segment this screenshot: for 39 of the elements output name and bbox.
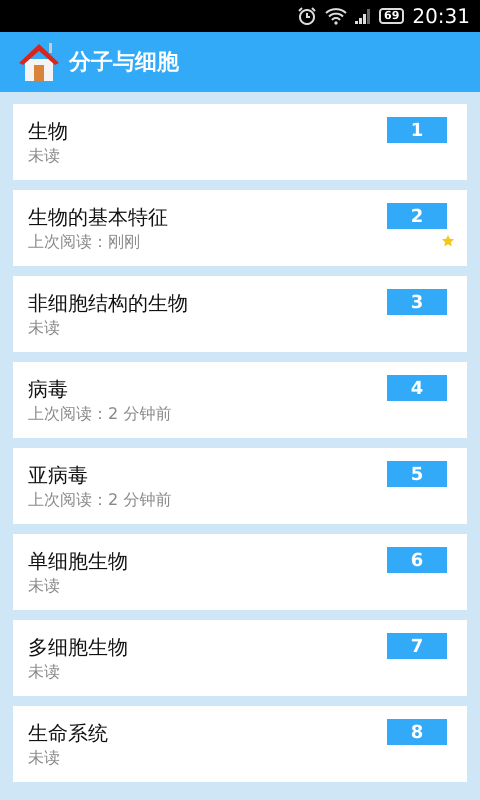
alarm-icon: [297, 6, 318, 26]
item-title: 生物的基本特征: [28, 204, 168, 230]
list-item[interactable]: 生命系统 未读 8: [13, 706, 467, 782]
item-number: 6: [387, 547, 447, 573]
item-status: 未读: [28, 575, 61, 597]
clock: 20:31: [412, 3, 470, 30]
item-title: 非细胞结构的生物: [28, 290, 188, 316]
house-icon[interactable]: [17, 41, 61, 83]
item-title: 生命系统: [28, 720, 108, 746]
list-item[interactable]: 生物的基本特征 上次阅读：刚刚 2: [13, 190, 467, 266]
item-number: 4: [387, 375, 447, 401]
item-title: 生物: [28, 118, 68, 144]
item-status: 上次阅读：2 分钟前: [28, 403, 172, 425]
battery-level: 69: [379, 8, 404, 24]
item-title: 多细胞生物: [28, 634, 128, 660]
page-title: 分子与细胞: [69, 48, 179, 76]
list-item[interactable]: 多细胞生物 未读 7: [13, 620, 467, 696]
wifi-icon: [325, 7, 348, 25]
list-item[interactable]: 亚病毒 上次阅读：2 分钟前 5: [13, 448, 467, 524]
item-title: 亚病毒: [28, 462, 89, 488]
item-number: 7: [387, 633, 447, 659]
signal-icon: [355, 8, 372, 24]
item-status: 未读: [28, 145, 61, 167]
item-status: 上次阅读：刚刚: [28, 231, 141, 253]
item-status: 未读: [28, 747, 61, 769]
item-number: 1: [387, 117, 447, 143]
item-title: 病毒: [28, 376, 69, 402]
item-status: 未读: [28, 661, 61, 683]
item-number: 2: [387, 203, 447, 229]
item-status: 上次阅读：2 分钟前: [28, 489, 172, 511]
list-item[interactable]: 单细胞生物 未读 6: [13, 534, 467, 610]
list-item[interactable]: 非细胞结构的生物 未读 3: [13, 276, 467, 352]
item-number: 5: [387, 461, 447, 487]
list-item[interactable]: 病毒 上次阅读：2 分钟前 4: [13, 362, 467, 438]
item-number: 8: [387, 719, 447, 745]
list-item[interactable]: 生物 未读 1: [13, 104, 467, 180]
item-title: 单细胞生物: [28, 548, 128, 574]
item-status: 未读: [28, 317, 61, 339]
item-number: 3: [387, 289, 447, 315]
